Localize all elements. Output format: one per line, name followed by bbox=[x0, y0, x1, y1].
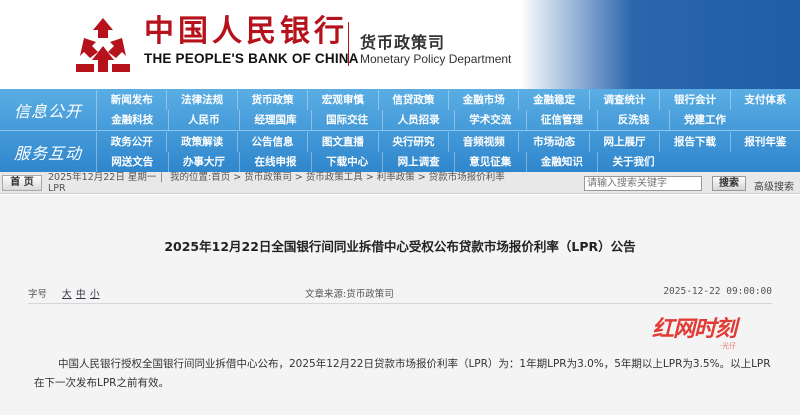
article-title: 2025年12月22日全国银行间同业拆借中心受权公布贷款市场报价利率（LPR）公… bbox=[164, 239, 636, 254]
nav-item-documents[interactable]: 网送文告 bbox=[96, 152, 168, 172]
nav-section-info-disclosure: 信息公开 bbox=[13, 101, 82, 121]
font-size-label: 字号 bbox=[28, 289, 48, 300]
nav-item-online-survey[interactable]: 网上调查 bbox=[382, 152, 454, 172]
nav-item-research[interactable]: 央行研究 bbox=[377, 132, 448, 152]
nav-item-about-us[interactable]: 关于我们 bbox=[597, 152, 669, 172]
nav-item-financial-market[interactable]: 金融市场 bbox=[448, 90, 518, 110]
font-size-medium-button[interactable]: 中 bbox=[76, 286, 86, 300]
home-button[interactable]: 首 页 bbox=[2, 175, 42, 191]
site-header: 中国人民银行 THE PEOPLE'S BANK OF CHINA 货币政策司 … bbox=[0, 0, 800, 89]
current-date: 2025年12月22日 星期一 bbox=[48, 172, 157, 183]
publish-time: 2025-12-22 09:00:00 bbox=[663, 286, 772, 297]
nav-item-policy-interpretation[interactable]: 政策解读 bbox=[166, 132, 236, 152]
nav-item-news-release[interactable]: 新闻发布 bbox=[96, 90, 166, 110]
nav-item-international[interactable]: 国际交往 bbox=[310, 110, 383, 130]
nav-item-credit-policy[interactable]: 信贷政策 bbox=[377, 90, 448, 110]
pboc-emblem-icon[interactable] bbox=[74, 16, 132, 74]
watermark-logo: 红网时刻 ·光仔 bbox=[652, 311, 737, 351]
nav-item-yearbooks[interactable]: 报刊年鉴 bbox=[729, 132, 800, 152]
bank-name-en[interactable]: THE PEOPLE'S BANK OF CHINA bbox=[144, 51, 359, 66]
nav-item-academic[interactable]: 学术交流 bbox=[453, 110, 526, 130]
font-size-large-button[interactable]: 大 bbox=[62, 286, 72, 300]
nav-row-1: 新闻发布 法律法规 货币政策 宏观审慎 信贷政策 金融市场 金融稳定 调查统计 … bbox=[96, 90, 800, 110]
article-panel: 2025年12月22日全国银行间同业拆借中心受权公布贷款市场报价利率（LPR）公… bbox=[0, 195, 800, 415]
nav-item-anti-money-laundering[interactable]: 反洗钱 bbox=[597, 110, 669, 130]
nav-row-3: 政务公开 政策解读 公告信息 图文直播 央行研究 音频视频 市场动态 网上展厅 … bbox=[96, 132, 800, 152]
nav-item-laws[interactable]: 法律法规 bbox=[166, 90, 236, 110]
nav-item-government-affairs[interactable]: 政务公开 bbox=[96, 132, 166, 152]
header-background bbox=[520, 0, 800, 89]
breadcrumb-search-bar: 首 页 2025年12月22日 星期一 | 我的位置:首页 > 货币政策司 > … bbox=[0, 172, 800, 194]
nav-item-payment-system[interactable]: 支付体系 bbox=[729, 90, 800, 110]
article-meta: 字号 大 中 小 文章来源:货币政策司 2025-12-22 09:00:00 bbox=[28, 286, 772, 300]
nav-item-monetary-policy[interactable]: 货币政策 bbox=[236, 90, 307, 110]
font-size-small-button[interactable]: 小 bbox=[90, 286, 100, 300]
nav-item-download-center[interactable]: 下载中心 bbox=[310, 152, 383, 172]
nav-item-online-exhibition[interactable]: 网上展厅 bbox=[588, 132, 659, 152]
nav-item-treasury[interactable]: 经理国库 bbox=[239, 110, 311, 130]
article-source: 文章来源:货币政策司 bbox=[305, 289, 394, 300]
nav-section-service-interaction: 服务互动 bbox=[13, 143, 82, 163]
breadcrumb[interactable]: 我的位置:首页 > 货币政策司 > 货币政策工具 > 利率政策 > 贷款市场报价… bbox=[170, 172, 580, 183]
nav-item-financial-stability[interactable]: 金融稳定 bbox=[518, 90, 588, 110]
nav-item-announcements[interactable]: 公告信息 bbox=[236, 132, 307, 152]
bank-name-cn[interactable]: 中国人民银行 bbox=[144, 14, 348, 50]
main-navigation: 信息公开 服务互动 新闻发布 法律法规 货币政策 宏观审慎 信贷政策 金融市场 … bbox=[0, 89, 800, 172]
nav-item-bank-accounting[interactable]: 银行会计 bbox=[659, 90, 729, 110]
nav-row-4: 网送文告 办事大厅 在线申报 下载中心 网上调查 意见征集 金融知识 关于我们 bbox=[96, 152, 800, 172]
logo-divider bbox=[348, 22, 349, 66]
nav-row-2: 金融科技 人民币 经理国库 国际交往 人员招录 学术交流 征信管理 反洗钱 党建… bbox=[96, 110, 800, 130]
nav-item-rmb[interactable]: 人民币 bbox=[167, 110, 240, 130]
nav-item-feedback[interactable]: 意见征集 bbox=[453, 152, 526, 172]
nav-divider bbox=[0, 130, 800, 131]
search-input[interactable] bbox=[584, 176, 702, 191]
nav-item-financial-knowledge[interactable]: 金融知识 bbox=[525, 152, 598, 172]
department-name-en: Monetary Policy Department bbox=[360, 52, 512, 66]
breadcrumb-tail[interactable]: LPR bbox=[48, 183, 66, 194]
nav-item-audio-video[interactable]: 音频视频 bbox=[448, 132, 518, 152]
nav-item-service-hall[interactable]: 办事大厅 bbox=[167, 152, 240, 172]
nav-item-market-dynamics[interactable]: 市场动态 bbox=[518, 132, 588, 152]
nav-item-fintech[interactable]: 金融科技 bbox=[96, 110, 168, 130]
article-body: 中国人民银行授权全国银行间同业拆借中心公布，2025年12月22日贷款市场报价利… bbox=[34, 358, 771, 389]
nav-item-credit-reference[interactable]: 征信管理 bbox=[525, 110, 598, 130]
nav-item-report-download[interactable]: 报告下载 bbox=[659, 132, 729, 152]
nav-item-recruitment[interactable]: 人员招录 bbox=[382, 110, 454, 130]
nav-item-macro-prudential[interactable]: 宏观审慎 bbox=[307, 90, 377, 110]
nav-item-online-declaration[interactable]: 在线申报 bbox=[239, 152, 311, 172]
watermark-text: 红网时刻 bbox=[652, 317, 737, 342]
advanced-search-link[interactable]: 高级搜索 bbox=[754, 178, 794, 193]
nav-item-party-building[interactable]: 党建工作 bbox=[668, 110, 741, 130]
department-name-cn: 货币政策司 bbox=[360, 33, 446, 52]
meta-divider bbox=[28, 303, 772, 304]
search-button[interactable]: 搜索 bbox=[712, 176, 746, 191]
separator: | bbox=[160, 172, 164, 183]
nav-item-statistics[interactable]: 调查统计 bbox=[588, 90, 659, 110]
nav-item-live-broadcast[interactable]: 图文直播 bbox=[307, 132, 377, 152]
